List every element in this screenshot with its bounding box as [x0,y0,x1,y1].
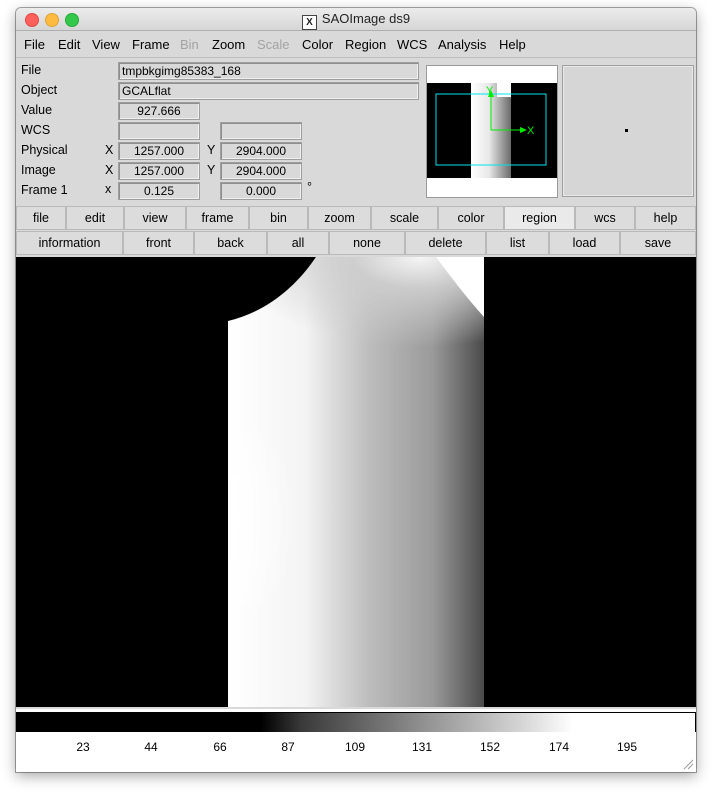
image-display-canvas[interactable] [16,257,696,707]
colorbar-tick-label: 152 [479,740,501,754]
panner-y-label: Y [486,85,494,97]
physical-y-field: 2904.000 [220,142,302,160]
menu-analysis[interactable]: Analysis [438,37,486,52]
colorbar[interactable] [16,712,696,733]
resize-grip-icon[interactable] [683,759,694,770]
physical-x-field: 1257.000 [118,142,200,160]
window-title-group: X SAOImage ds9 [16,11,696,30]
colorbar-tick-label: 87 [281,740,295,754]
button-edit[interactable]: edit [66,206,124,230]
menu-help[interactable]: Help [499,37,526,52]
x11-app-icon: X [301,15,317,30]
wcs-x-field [118,122,200,140]
menu-edit[interactable]: Edit [58,37,80,52]
physical-x-axis-label: X [105,143,114,157]
panner-x-label: X [527,125,535,137]
button-list[interactable]: list [486,231,549,255]
colorbar-tick-label: 66 [213,740,227,754]
button-scale[interactable]: scale [371,206,438,230]
wcs-y-field [220,122,302,140]
image-y-axis-label: Y [207,163,216,177]
menu-scale: Scale [257,37,290,52]
magnifier-view [562,65,694,197]
panner-view[interactable]: Y X [426,65,558,198]
image-bright-lobe [228,377,378,637]
menu-color[interactable]: Color [302,37,333,52]
file-label: File [21,63,42,77]
wcs-label: WCS [21,123,51,137]
menu-wcs[interactable]: WCS [397,37,427,52]
image-x-field: 1257.000 [118,162,200,180]
button-frame[interactable]: frame [186,206,249,230]
button-none[interactable]: none [329,231,405,255]
button-wcs[interactable]: wcs [575,206,635,230]
magnifier-cursor-marker [625,129,628,132]
menu-view[interactable]: View [92,37,120,52]
image-y-field: 2904.000 [220,162,302,180]
menu-bar: File Edit View Frame Bin Zoom Scale Colo… [16,31,696,58]
panner-thumbnail: Y X [427,83,557,178]
image-x-axis-label: X [105,163,114,177]
button-bin[interactable]: bin [249,206,308,230]
button-bar-main: file edit view frame bin zoom scale colo… [16,206,696,230]
button-help[interactable]: help [635,206,696,230]
colorbar-tick-label: 174 [548,740,570,754]
button-zoom[interactable]: zoom [308,206,371,230]
menu-zoom[interactable]: Zoom [212,37,245,52]
button-bar-region: information front back all none delete l… [16,231,696,255]
button-save[interactable]: save [620,231,696,255]
button-back[interactable]: back [194,231,267,255]
button-all[interactable]: all [267,231,329,255]
colorbar-tick-label: 195 [616,740,638,754]
colorbar-tick-label: 109 [344,740,366,754]
frame-angle-field: 0.000 [220,182,302,200]
menu-file[interactable]: File [24,37,45,52]
menu-frame[interactable]: Frame [132,37,170,52]
colorbar-tick-label: 131 [411,740,433,754]
button-region[interactable]: region [504,206,575,230]
image-render [16,257,696,707]
physical-y-axis-label: Y [207,143,216,157]
physical-label: Physical [21,143,68,157]
colorbar-tick-labels: 23 44 66 87 109 131 152 174 195 [16,732,696,772]
title-bar[interactable]: X SAOImage ds9 [16,8,696,31]
frame-label: Frame 1 [21,183,68,197]
button-front[interactable]: front [123,231,194,255]
button-color[interactable]: color [438,206,504,230]
colorbar-area [16,709,696,733]
image-label: Image [21,163,56,177]
button-delete[interactable]: delete [405,231,486,255]
object-label: Object [21,83,58,97]
menu-region[interactable]: Region [345,37,386,52]
zoom-multiplier-symbol: x [105,182,112,196]
colorbar-tick-label: 23 [76,740,90,754]
file-name-field: tmpbkgimg85383_168 [118,62,419,80]
panner-bright-corner [497,83,511,97]
degree-symbol: ° [307,180,312,194]
button-load[interactable]: load [549,231,620,255]
window-title: SAOImage ds9 [321,11,411,26]
value-label: Value [21,103,53,117]
button-view[interactable]: view [124,206,186,230]
pixel-value-field: 927.666 [118,102,200,120]
ds9-window: X SAOImage ds9 File Edit View Frame Bin Z… [16,8,696,772]
frame-zoom-field: 0.125 [118,182,200,200]
colorbar-tick-label: 44 [144,740,158,754]
button-information[interactable]: information [16,231,123,255]
button-file[interactable]: file [16,206,66,230]
object-name-field: GCALflat [118,82,419,100]
menu-bin: Bin [180,37,199,52]
